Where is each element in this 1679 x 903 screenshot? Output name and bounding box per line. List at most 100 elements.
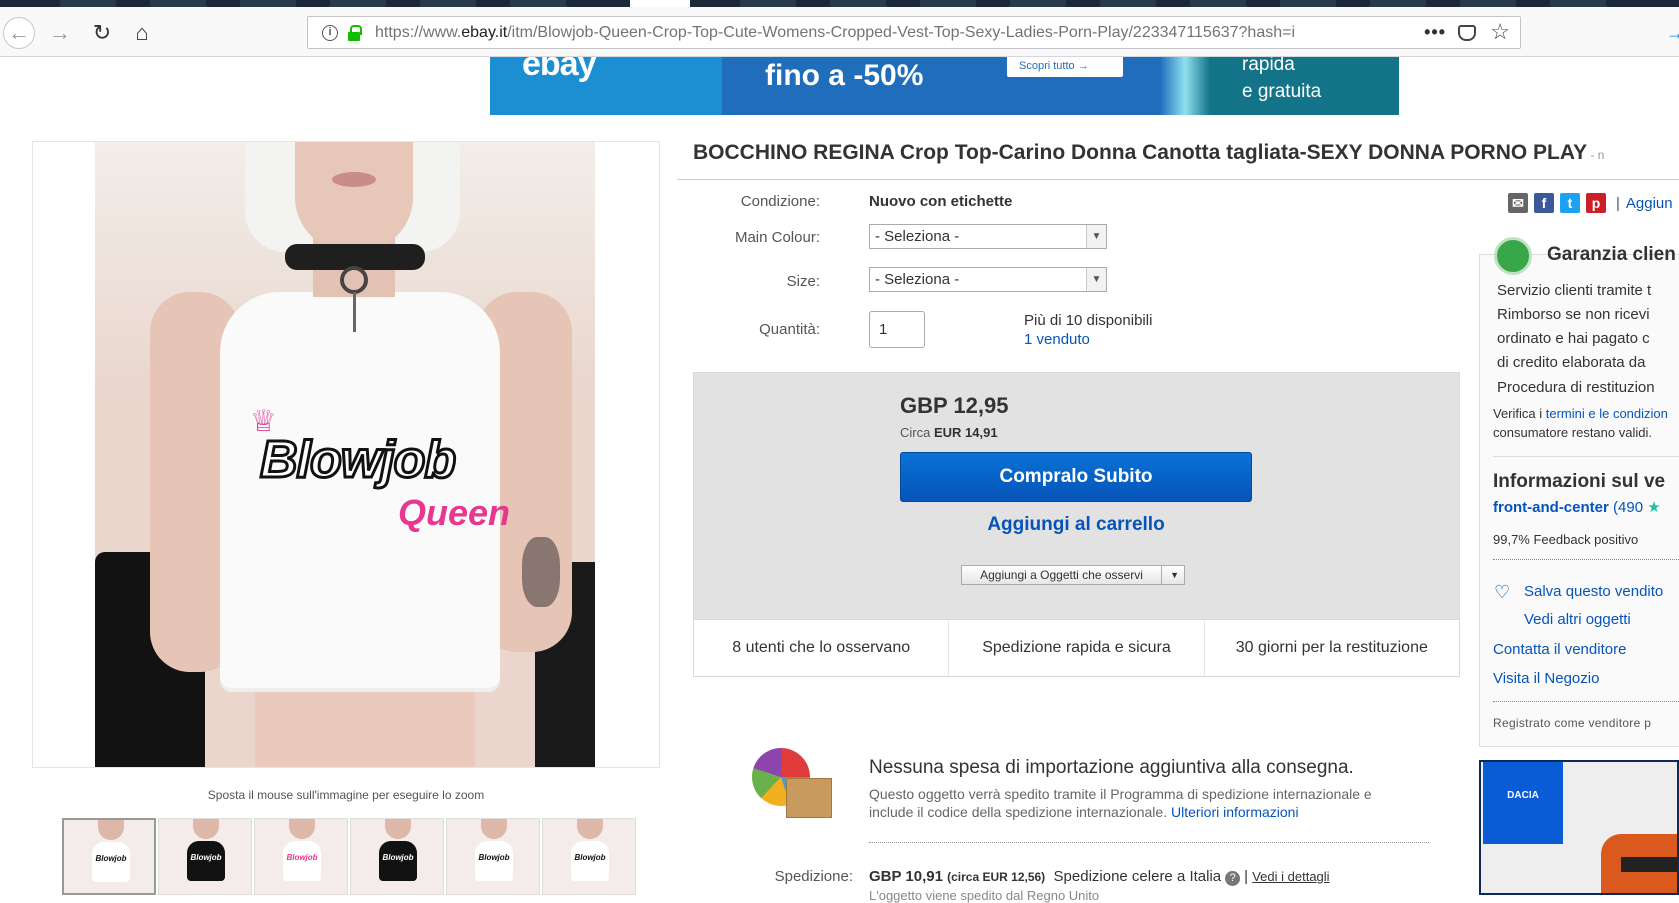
thumbnail[interactable]: Blowjob [446, 818, 540, 895]
main-product-image[interactable]: ♕ Blowjob Queen [32, 141, 660, 768]
url-text[interactable]: https://www.ebay.it/itm/Blowjob-Queen-Cr… [375, 24, 1385, 42]
buy-now-button[interactable]: Compralo Subito [900, 452, 1252, 502]
forward-arrow-icon[interactable]: → [44, 17, 76, 49]
banner-cta-button[interactable]: Scopri tutto → [1007, 57, 1123, 77]
terms-link[interactable]: termini e le condizion [1546, 406, 1668, 421]
thumbnail[interactable]: Blowjob [62, 818, 156, 895]
shirt-print-sub: Queen [398, 492, 511, 533]
browser-tab[interactable] [1100, 0, 1156, 7]
browser-tab-active[interactable] [630, 0, 690, 7]
global-shipping-icon [752, 748, 844, 828]
zoom-hint: Sposta il mouse sull'immagine per esegui… [207, 788, 485, 802]
photo-cross-pendant [353, 292, 356, 332]
bookmark-star-icon[interactable]: ☆ [1490, 19, 1510, 45]
item-price: GBP 12,95 [900, 393, 1009, 418]
item-title-text: BOCCHINO REGINA Crop Top-Carino Donna Ca… [693, 141, 1588, 164]
browser-tab[interactable] [240, 0, 296, 7]
guarantee-item: ordinato e hai pagato c [1497, 330, 1650, 347]
thumbnail-label: Blowjob [190, 853, 222, 862]
home-icon[interactable]: ⌂ [126, 17, 158, 49]
browser-tab[interactable] [1460, 0, 1516, 7]
url-path: /itm/Blowjob-Queen-Crop-Top-Cute-Womens-… [507, 23, 1296, 41]
dacia-logo: DACIA [1483, 762, 1563, 844]
watchers-count: 8 utenti che lo osservano [694, 620, 950, 676]
thumbnail[interactable]: Blowjob [542, 818, 636, 895]
browser-tab[interactable] [1010, 0, 1066, 7]
browser-tab[interactable] [1550, 0, 1606, 7]
contact-seller-link[interactable]: Contatta il venditore [1493, 641, 1626, 658]
sidebar-ad[interactable]: DACIA [1479, 760, 1679, 895]
promo-banner[interactable]: ebay fino a -50% Scopri tutto → rapida e … [490, 57, 1399, 115]
seller-score[interactable]: (490 [1609, 499, 1647, 516]
separator: | [1244, 868, 1249, 885]
quantity-input[interactable]: 1 [869, 311, 925, 348]
site-info-icon[interactable]: i [322, 24, 338, 41]
divider [869, 842, 1429, 843]
guarantee-item: Rimborso se non ricevi [1497, 306, 1679, 323]
reload-icon[interactable]: ↻ [86, 17, 118, 49]
separator: | [1616, 194, 1620, 212]
seller-info: front-and-center (490 ★ [1493, 498, 1661, 516]
shipping-badge: Spedizione rapida e sicura [949, 620, 1205, 676]
browser-tab[interactable] [330, 0, 386, 7]
quantity-label: Quantità: [759, 321, 820, 338]
size-select[interactable]: - Seleziona - ▼ [869, 267, 1107, 292]
thumbnail-figure [481, 819, 507, 839]
page-actions-icon[interactable]: ••• [1424, 22, 1446, 43]
thumbnail-strip: Blowjob Blowjob Blowjob Blowjob Blowjob Blowj… [62, 818, 642, 895]
facebook-icon[interactable]: f [1534, 193, 1554, 213]
colour-label: Main Colour: [734, 229, 820, 246]
browser-tab[interactable] [920, 0, 976, 7]
thumbnail[interactable]: Blowjob [158, 818, 252, 895]
thumbnail-label: Blowjob [95, 854, 127, 863]
import-fees-text: Questo oggetto verrà spedito tramite il … [869, 785, 1399, 821]
browser-tab[interactable] [830, 0, 886, 7]
banner-shipping-line: e gratuita [1242, 81, 1322, 102]
email-icon[interactable]: ✉ [1508, 193, 1528, 213]
add-to-collection-link[interactable]: Aggiun [1626, 195, 1673, 212]
browser-tab[interactable] [1370, 0, 1426, 7]
heart-icon[interactable]: ♡ [1494, 582, 1510, 603]
save-seller-link[interactable]: Salva questo vendito [1524, 583, 1663, 600]
browser-tab[interactable] [1190, 0, 1246, 7]
twitter-icon[interactable]: t [1560, 193, 1580, 213]
colour-select[interactable]: - Seleziona - ▼ [869, 224, 1107, 249]
availability-text: Più di 10 disponibili [1024, 312, 1153, 329]
thumbnail-label: Blowjob [574, 853, 606, 862]
pocket-icon[interactable] [1458, 25, 1476, 41]
guarantee-item: Servizio clienti tramite t [1497, 282, 1679, 299]
condition-label: Condizione: [740, 193, 820, 210]
browser-tab[interactable] [420, 0, 476, 7]
see-other-items-link[interactable]: Vedi altri oggetti [1524, 611, 1631, 628]
add-to-watchlist-button[interactable]: Aggiungi a Oggetti che osservi ▼ [961, 565, 1185, 585]
visit-store-link[interactable]: Visita il Negozio [1493, 670, 1599, 687]
seller-name-link[interactable]: front-and-center [1493, 499, 1609, 516]
shipping-details-link[interactable]: Vedi i dettagli [1252, 869, 1329, 884]
add-to-cart-button[interactable]: Aggiungi al carrello [900, 514, 1252, 536]
chevron-down-icon[interactable]: ▼ [1170, 566, 1179, 584]
thumbnail[interactable]: Blowjob [254, 818, 348, 895]
pinterest-icon[interactable]: p [1586, 193, 1606, 213]
overflow-menu-icon[interactable]: → [1666, 23, 1679, 51]
browser-tab[interactable] [150, 0, 206, 7]
address-bar[interactable]: i https://www.ebay.it/itm/Blowjob-Queen-… [307, 16, 1521, 49]
banner-shipping-line: rapida [1242, 57, 1295, 75]
browser-tab[interactable] [740, 0, 796, 7]
browser-tab[interactable] [60, 0, 116, 7]
back-arrow-icon[interactable]: ← [3, 17, 35, 49]
thumbnail-label: Blowjob [382, 853, 414, 862]
size-label: Size: [786, 273, 820, 290]
more-info-link[interactable]: Ulteriori informazioni [1171, 804, 1299, 820]
thumbnail[interactable]: Blowjob [350, 818, 444, 895]
guarantee-item: Procedura di restituzion [1497, 379, 1679, 396]
ad-car-image [1621, 857, 1677, 872]
sold-count-link[interactable]: 1 venduto [1024, 331, 1090, 348]
item-stats: 8 utenti che lo osservano Spedizione rap… [693, 619, 1460, 677]
browser-tab[interactable] [1280, 0, 1336, 7]
browser-tab[interactable] [510, 0, 566, 7]
shipping-location: L'oggetto viene spedito dal Regno Unito [869, 888, 1100, 903]
banner-shipping-text: rapida e gratuita [1242, 57, 1321, 105]
help-icon[interactable]: ? [1225, 871, 1241, 886]
shipping-approx: (circa EUR 12,56) [947, 870, 1046, 884]
lock-icon[interactable] [347, 24, 362, 41]
